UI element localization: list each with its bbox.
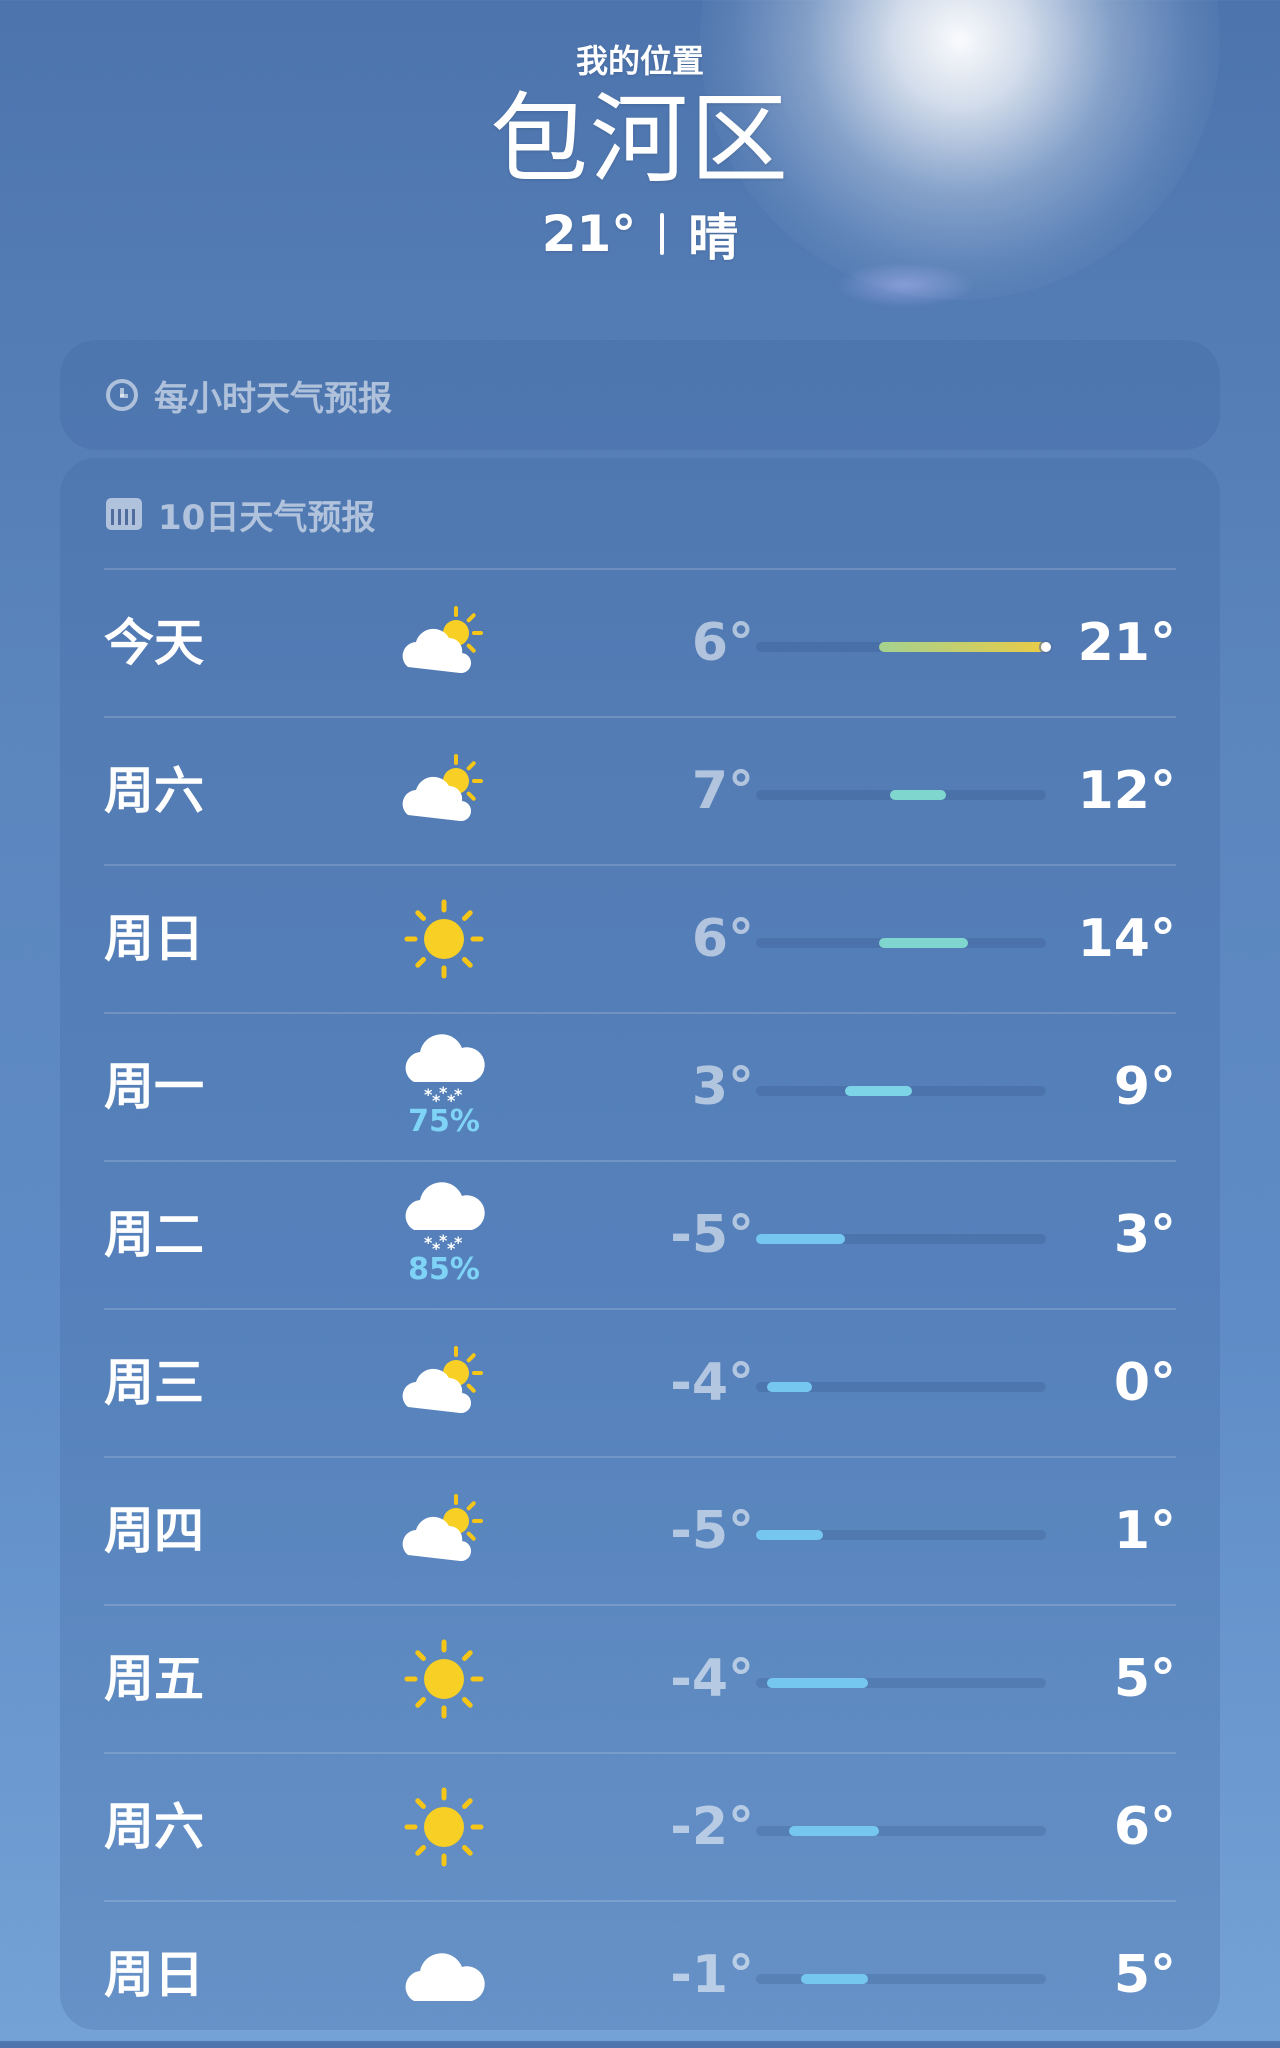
temperature-range-fill xyxy=(756,1234,846,1244)
day-label: 周日 xyxy=(104,910,204,968)
temperature-range-fill xyxy=(789,1826,879,1836)
high-temperature: 9° xyxy=(1113,1057,1176,1117)
weather-icon-cell: * * * * * 75% xyxy=(384,1014,504,1160)
forecast-row[interactable]: 周六 -2° 6° xyxy=(104,1752,1176,1900)
weather-icon-cell xyxy=(384,570,504,716)
forecast-row[interactable]: 周日 6° 14° xyxy=(104,864,1176,1012)
temperature-range-bar xyxy=(756,1382,1046,1392)
day-label: 周六 xyxy=(104,762,204,820)
temperature-range-bar xyxy=(756,1234,1046,1244)
temperature-range-fill xyxy=(767,1678,868,1688)
hourly-forecast-card[interactable]: 每小时天气预报 xyxy=(60,340,1220,450)
day-label: 周四 xyxy=(104,1502,204,1560)
low-temperature: 6° xyxy=(691,909,754,969)
forecast-row[interactable]: 周五 -4° 5° xyxy=(104,1604,1176,1752)
weather-icon-cell xyxy=(384,718,504,864)
temperature-range-bar xyxy=(756,1826,1046,1836)
forecast-row[interactable]: 周三 -4° 0° xyxy=(104,1308,1176,1456)
location-header: 我的位置 包河区 21° 晴 xyxy=(0,36,1280,270)
high-temperature: 6° xyxy=(1113,1797,1176,1857)
high-temperature: 5° xyxy=(1113,1649,1176,1709)
weather-icon-cell xyxy=(384,1754,504,1900)
temperature-range-bar xyxy=(756,790,1046,800)
weather-icon-cell xyxy=(384,1458,504,1604)
temperature-range-bar xyxy=(756,1678,1046,1688)
low-temperature: -1° xyxy=(670,1945,754,2005)
high-temperature: 21° xyxy=(1077,613,1176,673)
current-temperature: 21° xyxy=(541,205,637,263)
temperature-range-bar xyxy=(756,1086,1046,1096)
day-label: 周日 xyxy=(104,1946,204,2004)
day-label: 周二 xyxy=(104,1206,204,1264)
forecast-row[interactable]: 周二 * * * * * 85% -5° 3° xyxy=(104,1160,1176,1308)
temperature-range-fill xyxy=(756,1530,823,1540)
low-temperature: -5° xyxy=(670,1501,754,1561)
weather-icon-cell xyxy=(384,1902,504,2048)
temperature-range-fill xyxy=(800,1974,868,1984)
low-temperature: -5° xyxy=(670,1205,754,1265)
my-location-label: 我的位置 xyxy=(575,42,704,80)
current-condition: 晴 xyxy=(688,209,739,267)
low-temperature: 7° xyxy=(691,761,754,821)
high-temperature: 0° xyxy=(1113,1353,1176,1413)
forecast-row[interactable]: 今天 6° 21° xyxy=(104,568,1176,716)
day-label: 周六 xyxy=(104,1798,204,1856)
weather-icon-cell: * * * * * 85% xyxy=(384,1162,504,1308)
temperature-range-fill xyxy=(889,790,946,800)
weather-icon-cell xyxy=(384,866,504,1012)
precipitation-chance: 85% xyxy=(408,1252,480,1287)
ten-day-forecast-title: 10日天气预报 xyxy=(158,497,376,538)
current-conditions: 21° 晴 xyxy=(0,198,1280,270)
high-temperature: 1° xyxy=(1113,1501,1176,1561)
weather-icon-cell xyxy=(384,1606,504,1752)
low-temperature: 3° xyxy=(691,1057,754,1117)
high-temperature: 12° xyxy=(1077,761,1176,821)
high-temperature: 14° xyxy=(1077,909,1176,969)
temperature-range-fill xyxy=(845,1086,913,1096)
day-label: 周五 xyxy=(104,1650,204,1708)
temperature-range-bar xyxy=(756,642,1051,652)
ten-day-forecast-header: 10日天气预报 xyxy=(106,484,375,544)
day-label: 周三 xyxy=(104,1354,204,1412)
day-label: 周一 xyxy=(104,1058,204,1116)
forecast-row[interactable]: 周四 -5° 1° xyxy=(104,1456,1176,1604)
forecast-row[interactable]: 周一 * * * * * 75% 3° 9° xyxy=(104,1012,1176,1160)
temperature-range-fill xyxy=(878,938,968,948)
day-label: 今天 xyxy=(104,614,204,672)
temperature-range-fill xyxy=(767,1382,812,1392)
forecast-row[interactable]: 周六 7° 12° xyxy=(104,716,1176,864)
hourly-forecast-header: 每小时天气预报 xyxy=(106,340,392,450)
temperature-range-bar xyxy=(756,938,1046,948)
temperature-range-fill xyxy=(878,642,1046,652)
forecast-list: 今天 6° 21° 周六 7° 12° 周日 6° 14° 周一 * * * * * 75% 3° 9° 周二 * * *… xyxy=(104,568,1176,2048)
precipitation-chance: 75% xyxy=(408,1104,480,1139)
temperature-range-bar xyxy=(756,1974,1046,1984)
high-temperature: 3° xyxy=(1113,1205,1176,1265)
weather-icon-cell xyxy=(384,1310,504,1456)
forecast-row[interactable]: 周日 -1° 5° xyxy=(104,1900,1176,2048)
low-temperature: -2° xyxy=(670,1797,754,1857)
city-name: 包河区 xyxy=(489,83,790,197)
clock-icon xyxy=(106,379,138,411)
hourly-forecast-title: 每小时天气预报 xyxy=(154,378,392,419)
high-temperature: 5° xyxy=(1113,1945,1176,2005)
current-temperature-marker xyxy=(1041,642,1051,652)
temperature-range-bar xyxy=(756,1530,1046,1540)
calendar-icon xyxy=(106,498,142,530)
low-temperature: 6° xyxy=(691,613,754,673)
low-temperature: -4° xyxy=(670,1649,754,1709)
separator xyxy=(660,213,665,255)
low-temperature: -4° xyxy=(670,1353,754,1413)
ten-day-forecast-card: 10日天气预报 今天 6° 21° 周六 7° 12° 周日 6° 14° 周一 * * * * * 75% 3… xyxy=(60,458,1220,2030)
